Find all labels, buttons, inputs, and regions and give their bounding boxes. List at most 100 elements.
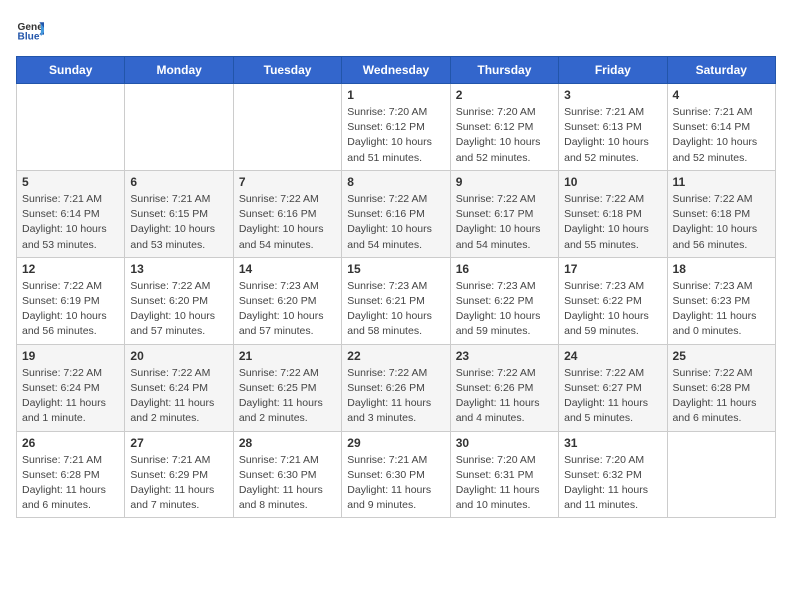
calendar-cell: 6 Sunrise: 7:21 AM Sunset: 6:15 PM Daylig… [125, 170, 233, 257]
header-friday: Friday [559, 57, 667, 84]
calendar-cell: 10 Sunrise: 7:22 AM Sunset: 6:18 PM Dayli… [559, 170, 667, 257]
day-info: Sunrise: 7:20 AM Sunset: 6:12 PM Dayligh… [347, 105, 444, 166]
day-info: Sunrise: 7:22 AM Sunset: 6:18 PM Dayligh… [564, 192, 661, 253]
day-info: Sunrise: 7:21 AM Sunset: 6:29 PM Dayligh… [130, 453, 227, 514]
day-number: 8 [347, 175, 444, 189]
calendar-cell: 25Sunrise: 7:22 AM Sunset: 6:28 PM Dayli… [667, 344, 775, 431]
day-info: Sunrise: 7:20 AM Sunset: 6:32 PM Dayligh… [564, 453, 661, 514]
day-info: Sunrise: 7:22 AM Sunset: 6:27 PM Dayligh… [564, 366, 661, 427]
week-row-4: 19Sunrise: 7:22 AM Sunset: 6:24 PM Dayli… [17, 344, 776, 431]
svg-text:Blue: Blue [18, 31, 40, 42]
day-number: 6 [130, 175, 227, 189]
calendar-cell: 16Sunrise: 7:23 AM Sunset: 6:22 PM Dayli… [450, 257, 558, 344]
calendar-cell: 7 Sunrise: 7:22 AM Sunset: 6:16 PM Daylig… [233, 170, 341, 257]
day-number: 10 [564, 175, 661, 189]
calendar-cell: 19Sunrise: 7:22 AM Sunset: 6:24 PM Dayli… [17, 344, 125, 431]
calendar-cell: 31 Sunrise: 7:20 AM Sunset: 6:32 PM Dayli… [559, 431, 667, 518]
calendar-cell: 18 Sunrise: 7:23 AM Sunset: 6:23 PM Dayli… [667, 257, 775, 344]
calendar-cell: 17 Sunrise: 7:23 AM Sunset: 6:22 PM Dayli… [559, 257, 667, 344]
header-saturday: Saturday [667, 57, 775, 84]
day-number: 13 [130, 262, 227, 276]
day-number: 3 [564, 88, 661, 102]
calendar-header-row: SundayMondayTuesdayWednesdayThursdayFrid… [17, 57, 776, 84]
week-row-3: 12 Sunrise: 7:22 AM Sunset: 6:19 PM Dayli… [17, 257, 776, 344]
calendar-cell: 4Sunrise: 7:21 AM Sunset: 6:14 PM Daylig… [667, 84, 775, 171]
day-number: 31 [564, 436, 661, 450]
calendar-cell: 21 Sunrise: 7:22 AM Sunset: 6:25 PM Dayli… [233, 344, 341, 431]
header-sunday: Sunday [17, 57, 125, 84]
calendar-cell: 20Sunrise: 7:22 AM Sunset: 6:24 PM Dayli… [125, 344, 233, 431]
calendar-cell [17, 84, 125, 171]
calendar-cell [125, 84, 233, 171]
header-monday: Monday [125, 57, 233, 84]
day-number: 26 [22, 436, 119, 450]
day-info: Sunrise: 7:22 AM Sunset: 6:26 PM Dayligh… [456, 366, 553, 427]
day-info: Sunrise: 7:21 AM Sunset: 6:15 PM Dayligh… [130, 192, 227, 253]
logo-icon: General Blue [16, 16, 44, 44]
day-info: Sunrise: 7:22 AM Sunset: 6:16 PM Dayligh… [239, 192, 336, 253]
day-number: 30 [456, 436, 553, 450]
calendar-cell: 11 Sunrise: 7:22 AM Sunset: 6:18 PM Dayli… [667, 170, 775, 257]
day-info: Sunrise: 7:23 AM Sunset: 6:23 PM Dayligh… [673, 279, 770, 340]
calendar-cell [233, 84, 341, 171]
calendar-cell: 9 Sunrise: 7:22 AM Sunset: 6:17 PM Daylig… [450, 170, 558, 257]
header-tuesday: Tuesday [233, 57, 341, 84]
day-info: Sunrise: 7:22 AM Sunset: 6:25 PM Dayligh… [239, 366, 336, 427]
day-info: Sunrise: 7:22 AM Sunset: 6:17 PM Dayligh… [456, 192, 553, 253]
calendar-cell: 12 Sunrise: 7:22 AM Sunset: 6:19 PM Dayli… [17, 257, 125, 344]
calendar-cell: 30 Sunrise: 7:20 AM Sunset: 6:31 PM Dayli… [450, 431, 558, 518]
calendar-cell: 13 Sunrise: 7:22 AM Sunset: 6:20 PM Dayli… [125, 257, 233, 344]
day-number: 25 [673, 349, 770, 363]
day-number: 16 [456, 262, 553, 276]
calendar-cell: 22 Sunrise: 7:22 AM Sunset: 6:26 PM Dayli… [342, 344, 450, 431]
day-info: Sunrise: 7:22 AM Sunset: 6:20 PM Dayligh… [130, 279, 227, 340]
day-info: Sunrise: 7:20 AM Sunset: 6:31 PM Dayligh… [456, 453, 553, 514]
day-info: Sunrise: 7:22 AM Sunset: 6:26 PM Dayligh… [347, 366, 444, 427]
day-number: 21 [239, 349, 336, 363]
day-number: 11 [673, 175, 770, 189]
week-row-5: 26 Sunrise: 7:21 AM Sunset: 6:28 PM Dayli… [17, 431, 776, 518]
day-number: 7 [239, 175, 336, 189]
day-info: Sunrise: 7:23 AM Sunset: 6:20 PM Dayligh… [239, 279, 336, 340]
calendar-cell: 2 Sunrise: 7:20 AM Sunset: 6:12 PM Daylig… [450, 84, 558, 171]
calendar-cell: 8Sunrise: 7:22 AM Sunset: 6:16 PM Daylig… [342, 170, 450, 257]
calendar-cell: 1Sunrise: 7:20 AM Sunset: 6:12 PM Daylig… [342, 84, 450, 171]
calendar-cell: 5 Sunrise: 7:21 AM Sunset: 6:14 PM Daylig… [17, 170, 125, 257]
day-number: 27 [130, 436, 227, 450]
day-info: Sunrise: 7:23 AM Sunset: 6:21 PM Dayligh… [347, 279, 444, 340]
day-info: Sunrise: 7:21 AM Sunset: 6:14 PM Dayligh… [673, 105, 770, 166]
day-info: Sunrise: 7:22 AM Sunset: 6:18 PM Dayligh… [673, 192, 770, 253]
day-number: 28 [239, 436, 336, 450]
day-number: 15 [347, 262, 444, 276]
day-info: Sunrise: 7:21 AM Sunset: 6:14 PM Dayligh… [22, 192, 119, 253]
day-number: 14 [239, 262, 336, 276]
calendar-cell [667, 431, 775, 518]
header-thursday: Thursday [450, 57, 558, 84]
calendar-cell: 24 Sunrise: 7:22 AM Sunset: 6:27 PM Dayli… [559, 344, 667, 431]
day-number: 23 [456, 349, 553, 363]
calendar-table: SundayMondayTuesdayWednesdayThursdayFrid… [16, 56, 776, 518]
day-number: 12 [22, 262, 119, 276]
day-number: 5 [22, 175, 119, 189]
day-number: 18 [673, 262, 770, 276]
day-number: 19 [22, 349, 119, 363]
day-info: Sunrise: 7:21 AM Sunset: 6:30 PM Dayligh… [347, 453, 444, 514]
calendar-cell: 29Sunrise: 7:21 AM Sunset: 6:30 PM Dayli… [342, 431, 450, 518]
day-number: 9 [456, 175, 553, 189]
day-info: Sunrise: 7:23 AM Sunset: 6:22 PM Dayligh… [564, 279, 661, 340]
day-info: Sunrise: 7:21 AM Sunset: 6:28 PM Dayligh… [22, 453, 119, 514]
calendar-cell: 26 Sunrise: 7:21 AM Sunset: 6:28 PM Dayli… [17, 431, 125, 518]
week-row-1: 1Sunrise: 7:20 AM Sunset: 6:12 PM Daylig… [17, 84, 776, 171]
calendar-cell: 28 Sunrise: 7:21 AM Sunset: 6:30 PM Dayli… [233, 431, 341, 518]
page-header: General Blue [16, 16, 776, 44]
day-info: Sunrise: 7:21 AM Sunset: 6:30 PM Dayligh… [239, 453, 336, 514]
day-info: Sunrise: 7:22 AM Sunset: 6:19 PM Dayligh… [22, 279, 119, 340]
calendar-cell: 3Sunrise: 7:21 AM Sunset: 6:13 PM Daylig… [559, 84, 667, 171]
logo: General Blue [16, 16, 48, 44]
day-number: 17 [564, 262, 661, 276]
day-number: 2 [456, 88, 553, 102]
day-number: 22 [347, 349, 444, 363]
calendar-cell: 23 Sunrise: 7:22 AM Sunset: 6:26 PM Dayli… [450, 344, 558, 431]
day-info: Sunrise: 7:20 AM Sunset: 6:12 PM Dayligh… [456, 105, 553, 166]
day-number: 24 [564, 349, 661, 363]
